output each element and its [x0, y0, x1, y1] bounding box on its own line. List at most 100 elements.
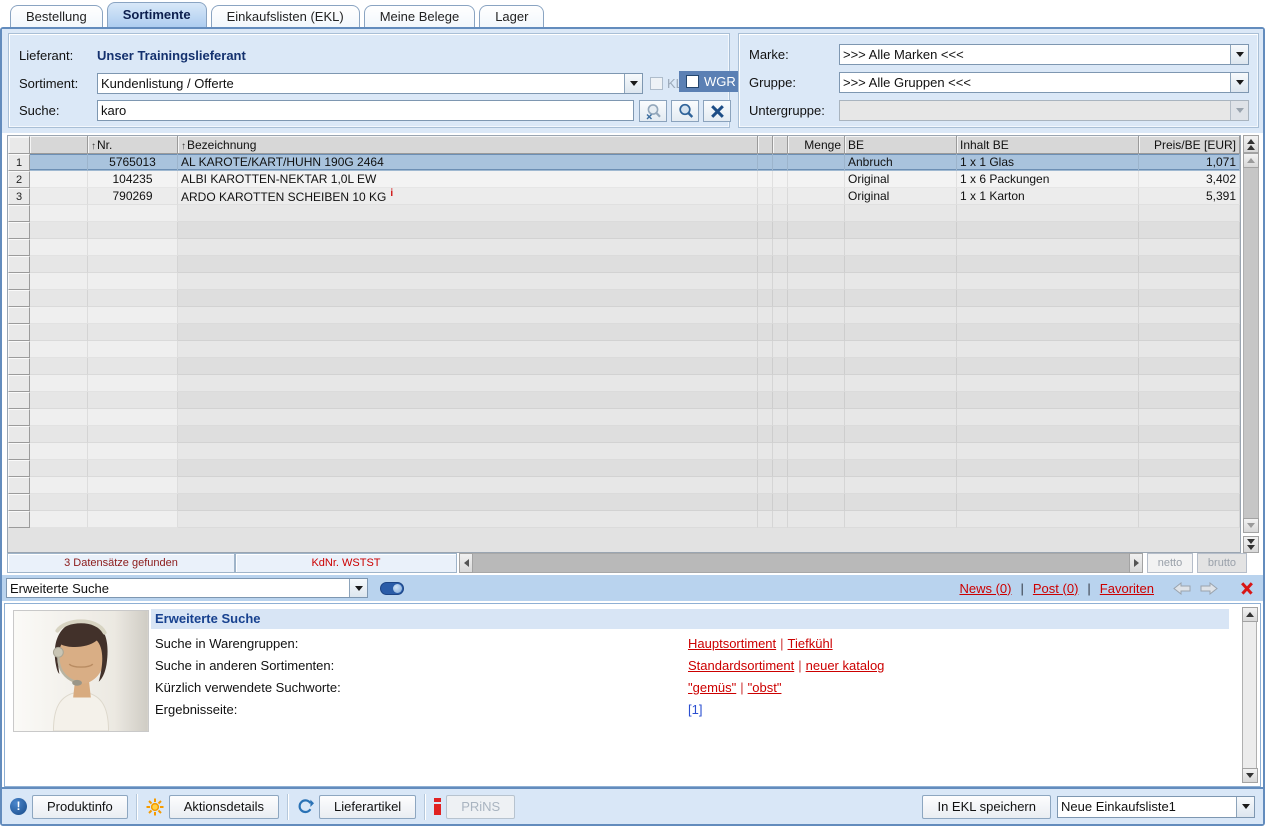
sortiment-combobox[interactable]: [97, 73, 643, 94]
table-body: 1 5765013 AL KAROTE/KART/HUHN 190G 2464 …: [8, 154, 1240, 528]
cell-preis: 3,402: [1139, 171, 1240, 188]
cell-bezeichnung: AL KAROTE/KART/HUHN 190G 2464: [178, 154, 758, 171]
row-gutter-cell[interactable]: 1: [8, 154, 30, 171]
row-gutter-cell[interactable]: 2: [8, 171, 30, 188]
header-nr[interactable]: ↑Nr.: [88, 136, 178, 154]
info-view-combobox[interactable]: [6, 578, 368, 598]
scroll-up-button[interactable]: [1242, 607, 1258, 622]
post-link[interactable]: Post (0): [1033, 581, 1079, 596]
einkaufsliste-combobox[interactable]: [1057, 796, 1255, 818]
double-up-icon: [1247, 145, 1255, 150]
header-preis[interactable]: Preis/BE [EUR]: [1139, 136, 1240, 154]
aktionsdetails-button[interactable]: Aktionsdetails: [169, 795, 279, 819]
category-groupbox: Marke: Gruppe: Untergruppe:: [738, 33, 1259, 128]
scroll-to-bottom-button[interactable]: [1243, 536, 1259, 553]
panel-title: Erweiterte Suche: [151, 609, 1229, 629]
back-arrow-icon[interactable]: [1173, 582, 1191, 595]
info-view-input[interactable]: [7, 579, 349, 597]
wgr-checkbox-group: WGR: [679, 71, 743, 92]
clear-search-button[interactable]: [703, 100, 731, 122]
recent-search-link[interactable]: "gemüs": [688, 680, 736, 695]
horizontal-scroll-track[interactable]: [473, 553, 1129, 573]
kl-checkbox[interactable]: [650, 77, 663, 90]
favoriten-link[interactable]: Favoriten: [1100, 581, 1154, 596]
search-options-button[interactable]: [639, 100, 667, 122]
vertical-scroll-track[interactable]: [1243, 168, 1259, 518]
brutto-button[interactable]: brutto: [1197, 553, 1247, 573]
scroll-down-button[interactable]: [1242, 768, 1258, 783]
scroll-up-button[interactable]: [1243, 153, 1259, 168]
empty-table-row: [8, 324, 1240, 341]
table-row[interactable]: 2 104235 ALBI KAROTTEN-NEKTAR 1,0L EW Or…: [8, 171, 1240, 188]
produktinfo-button[interactable]: Produktinfo: [32, 795, 128, 819]
separator: |: [1087, 581, 1090, 596]
tab-bestellung[interactable]: Bestellung: [10, 5, 103, 27]
table-row[interactable]: 1 5765013 AL KAROTE/KART/HUHN 190G 2464 …: [8, 154, 1240, 171]
close-panel-icon[interactable]: [1241, 582, 1253, 594]
marke-input[interactable]: [840, 45, 1230, 64]
tab-meine-belege[interactable]: Meine Belege: [364, 5, 476, 27]
panel-vertical-scrollbar: [1242, 607, 1257, 783]
gruppe-dropdown-button[interactable]: [1230, 73, 1248, 92]
header-bezeichnung[interactable]: ↑Bezeichnung: [178, 136, 758, 154]
double-down-icon: [1247, 539, 1255, 544]
empty-table-row: [8, 290, 1240, 307]
double-down-icon: [1247, 545, 1255, 550]
tab-lager[interactable]: Lager: [479, 5, 544, 27]
in-ekl-speichern-button[interactable]: In EKL speichern: [922, 795, 1051, 819]
gruppe-combobox[interactable]: [839, 72, 1249, 93]
sortiment-dropdown-button[interactable]: [624, 74, 642, 93]
marke-combobox[interactable]: [839, 44, 1249, 65]
cell-nr: 790269: [88, 188, 178, 205]
filter-panel: Lieferant: Unser Trainingslieferant Sort…: [2, 29, 1263, 133]
gruppe-label: Gruppe:: [749, 75, 796, 90]
tab-einkaufslisten[interactable]: Einkaufslisten (EKL): [211, 5, 360, 27]
scroll-down-button[interactable]: [1243, 518, 1259, 533]
search-input[interactable]: [98, 101, 633, 120]
result-page-link[interactable]: [1]: [688, 702, 702, 717]
supplier-groupbox: Lieferant: Unser Trainingslieferant Sort…: [8, 33, 730, 128]
einkaufsliste-dropdown-button[interactable]: [1236, 797, 1254, 817]
marke-dropdown-button[interactable]: [1230, 45, 1248, 64]
wgr-checkbox[interactable]: [686, 75, 699, 88]
info-panel-toggle[interactable]: [380, 582, 404, 595]
einkaufsliste-input[interactable]: [1058, 797, 1236, 817]
lieferartikel-button[interactable]: Lieferartikel: [319, 795, 416, 819]
gruppe-input[interactable]: [840, 73, 1230, 92]
cell-nr: 104235: [88, 171, 178, 188]
lieferant-label: Lieferant:: [19, 48, 73, 63]
refresh-icon[interactable]: [297, 798, 314, 815]
toolbar-separator: [287, 794, 289, 820]
tab-sortimente[interactable]: Sortimente: [107, 2, 207, 27]
vertical-scroll-track[interactable]: [1242, 622, 1257, 768]
row-gutter-cell: [8, 273, 30, 290]
header-be[interactable]: BE: [845, 136, 957, 154]
recent-search-link[interactable]: "obst": [748, 680, 782, 695]
toolbar-right-group: In EKL speichern: [922, 795, 1255, 819]
cell-menge: [788, 188, 845, 205]
hauptsortiment-link[interactable]: Hauptsortiment: [688, 636, 776, 651]
info-marker-icon[interactable]: i: [390, 188, 393, 199]
cell-menge: [788, 171, 845, 188]
header-inhalt-be[interactable]: Inhalt BE: [957, 136, 1139, 154]
chevron-down-icon: [355, 586, 363, 591]
netto-button[interactable]: netto: [1147, 553, 1193, 573]
row-label: Kürzlich verwendete Suchworte:: [155, 680, 341, 695]
info-view-dropdown-button[interactable]: [349, 579, 367, 597]
neuer-katalog-link[interactable]: neuer katalog: [806, 658, 885, 673]
row-gutter-cell[interactable]: 3: [8, 188, 30, 205]
table-row[interactable]: 3 790269 ARDO KAROTTEN SCHEIBEN 10 KGi O…: [8, 188, 1240, 205]
forward-arrow-icon[interactable]: [1200, 582, 1218, 595]
sortiment-input[interactable]: [98, 74, 624, 93]
scroll-to-top-button[interactable]: [1243, 135, 1259, 153]
search-button[interactable]: [671, 100, 699, 122]
search-icon: [677, 103, 694, 120]
header-menge[interactable]: Menge: [788, 136, 845, 154]
standardsortiment-link[interactable]: Standardsortiment: [688, 658, 794, 673]
toolbar-separator: [424, 794, 426, 820]
search-field[interactable]: [97, 100, 634, 121]
scroll-right-button[interactable]: [1129, 553, 1143, 573]
scroll-left-button[interactable]: [459, 553, 473, 573]
news-link[interactable]: News (0): [959, 581, 1011, 596]
tiefkuehl-link[interactable]: Tiefkühl: [788, 636, 833, 651]
